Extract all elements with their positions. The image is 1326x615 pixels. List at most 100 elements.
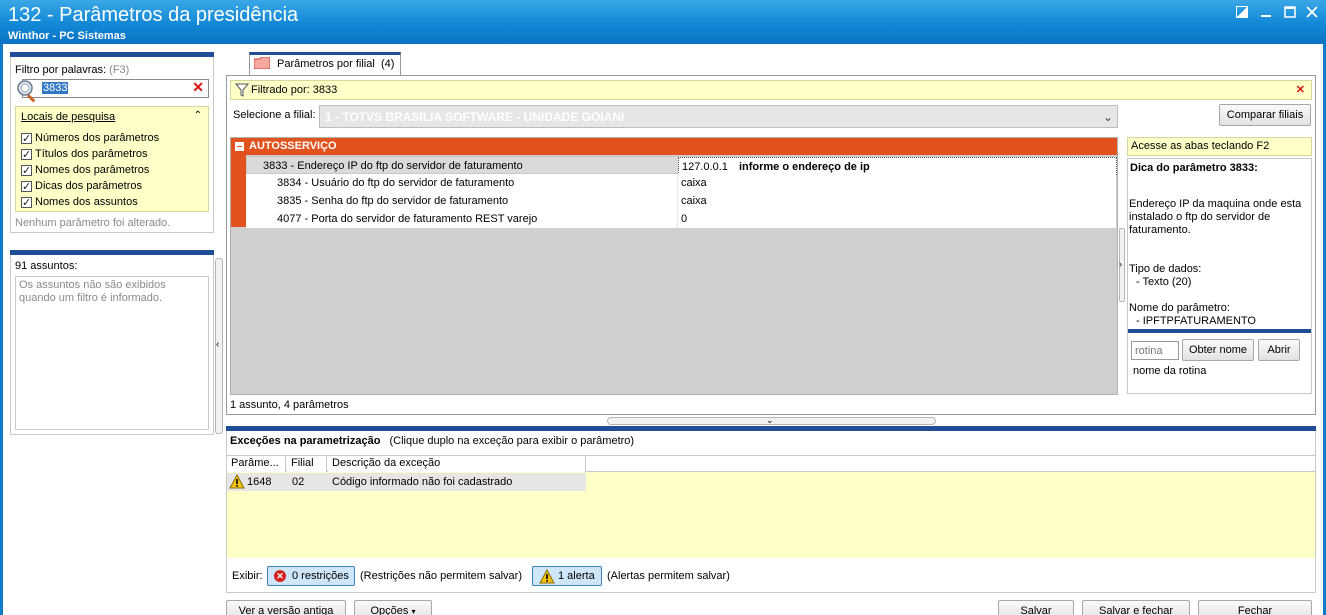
search-place-titles[interactable]: Títulos dos parâmetros [21,146,159,163]
tip-type-value: - Texto (20) [1136,276,1192,288]
tip-splitter[interactable]: › [1119,228,1125,302]
parameter-name: 4077 - Porta do servidor de faturamento … [277,213,538,225]
parameter-value-cell[interactable]: 127.0.0.1 informe o endereço de ip [678,157,1117,175]
parameter-value[interactable]: caixa [677,174,1116,192]
save-close-button[interactable]: Salvar e fechar [1082,600,1190,615]
table-row[interactable]: 1648 02 Código informado não foi cadastr… [227,473,586,491]
subjects-count: 91 assuntos: [15,260,78,272]
checkbox-icon[interactable] [21,179,32,195]
collapse-chevron-icon[interactable]: ⌃ [194,110,202,121]
search-place-label: Dicas dos parâmetros [35,180,142,192]
options-button[interactable]: Opções ▾ [354,600,432,615]
close-window-icon[interactable] [1302,4,1322,22]
alerts-note: (Alertas permitem salvar) [607,570,730,582]
close-button[interactable]: Fechar [1198,600,1312,615]
search-icon [15,79,39,106]
search-place-numbers[interactable]: Números dos parâmetros [21,130,160,147]
alerts-button[interactable]: 1 alerta [532,566,602,586]
search-places-panel: Locais de pesquisa ⌃ Números dos parâmet… [15,106,209,212]
checkbox-icon[interactable] [21,195,32,211]
horizontal-splitter[interactable]: ⌄ [607,415,936,426]
warning-icon [539,568,555,587]
search-places-title: Locais de pesquisa [21,111,116,123]
filter-label: Filtro por palavras: (F3) [15,64,129,76]
search-place-subjects[interactable]: Nomes dos assuntos [21,194,159,211]
checkbox-icon[interactable] [21,163,32,179]
parameter-name: 3833 - Endereço IP do ftp do servidor de… [263,160,523,172]
parameter-name: 3834 - Usuário do ftp do servidor de fat… [277,177,515,189]
show-label: Exibir: [232,570,263,582]
parameter-value-hint: informe o endereço de ip [738,161,870,173]
get-name-button[interactable]: Obter nome [1182,339,1254,361]
filter-shortcut: (F3) [109,64,130,76]
minimize-icon[interactable] [1256,4,1276,22]
compare-branches-button[interactable]: Comparar filiais [1219,104,1311,126]
table-row[interactable]: 4077 - Porta do servidor de faturamento … [246,210,1116,228]
parameter-value[interactable]: caixa [677,192,1116,210]
old-version-button[interactable]: Ver a versão antiga [226,600,346,615]
tip-title: Dica do parâmetro 3833: [1130,162,1258,174]
search-place-label: Números dos parâmetros [35,132,160,144]
group-label: AUTOSSERVIÇO [249,140,337,152]
clear-search-icon[interactable]: ✕ [192,79,204,96]
table-row[interactable]: 3833 - Endereço IP do ftp do servidor de… [246,156,1117,175]
parameter-name: 3835 - Senha do ftp do servidor de fatur… [277,195,509,207]
options-button-label: Opções [370,605,409,615]
column-header-branch[interactable]: Filial [287,456,327,472]
tab-count: (4) [381,58,395,70]
table-row[interactable]: 3834 - Usuário do ftp do servidor de fat… [246,174,1116,192]
changed-status: Nenhum parâmetro foi alterado. [15,217,171,229]
open-button[interactable]: Abrir [1258,339,1300,361]
clear-filter-icon[interactable]: ✕ [1296,83,1305,96]
search-place-label: Nomes dos assuntos [35,196,138,208]
search-input[interactable]: 3833 ✕ [17,79,209,103]
branch-select[interactable]: 1 - TOTVS BRASILIA SOFTWARE - UNIDADE GO… [319,105,1118,128]
tip-type-label: Tipo de dados: [1129,263,1202,275]
search-place-label: Títulos dos parâmetros [35,148,148,160]
checkbox-icon[interactable] [21,147,32,163]
column-header-parameter[interactable]: Parâme... [227,456,286,472]
vertical-splitter[interactable]: ‹ [215,258,223,434]
routine-input[interactable] [1131,341,1179,360]
parameter-value: 127.0.0.1 [682,161,728,173]
folder-icon [253,56,271,72]
restore-layout-icon[interactable] [1232,4,1252,22]
save-button[interactable]: Salvar [998,600,1074,615]
tab-label: Parâmetros por filial [277,58,375,70]
exception-branch: 02 [292,476,305,488]
grid-summary: 1 assunto, 4 parâmetros [230,399,349,411]
table-row[interactable]: 3835 - Senha do ftp do servidor de fatur… [246,192,1116,210]
exception-description: Código informado não foi cadastrado [332,476,513,488]
tab-branch-parameters[interactable]: Parâmetros por filial (4) [249,52,401,76]
search-place-tips[interactable]: Dicas dos parâmetros [21,178,159,195]
collapse-right-icon[interactable]: › [1119,259,1122,269]
filter-label-text: Filtro por palavras: [15,64,107,76]
search-place-names[interactable]: Nomes dos parâmetros [21,162,159,179]
window-title: 132 - Parâmetros da presidência [8,4,299,26]
window-subtitle: Winthor - PC Sistemas [8,30,126,42]
subjects-list[interactable]: Os assuntos não são exibidos quando um f… [15,276,209,430]
search-places-list: Números dos parâmetros Títulos dos parâm… [21,130,160,211]
exception-parameter: 1648 [247,476,272,488]
branch-label: Selecione a filial: [233,109,316,121]
maximize-icon[interactable] [1280,4,1300,22]
tip-name-label: Nome do parâmetro: [1129,302,1230,314]
error-icon: ✕ [274,570,286,582]
collapse-down-icon[interactable]: ⌄ [766,415,774,426]
branch-select-value: 1 - TOTVS BRASILIA SOFTWARE - UNIDADE GO… [325,110,625,124]
tip-body: Endereço IP da maquina onde esta instala… [1129,198,1302,236]
exceptions-title-text: Exceções na parametrização [230,435,381,447]
chevron-down-icon[interactable]: ⌄ [1103,110,1113,124]
restrictions-note: (Restrições não permitem salvar) [360,570,522,582]
group-header[interactable]: AUTOSSERVIÇO [231,138,1117,155]
warning-icon [229,473,245,495]
parameter-value[interactable]: 0 [677,210,1116,228]
column-header-description[interactable]: Descrição da exceção [328,456,586,472]
collapse-left-icon[interactable]: ‹ [216,339,219,350]
access-tip: Acesse as abas teclando F2 [1127,137,1312,156]
checkbox-icon[interactable] [21,131,32,147]
collapse-group-icon[interactable] [235,142,244,151]
restrictions-button-label: 0 restrições [292,570,349,582]
restrictions-button[interactable]: ✕ 0 restrições [267,566,355,586]
routine-panel-header [1128,329,1311,333]
